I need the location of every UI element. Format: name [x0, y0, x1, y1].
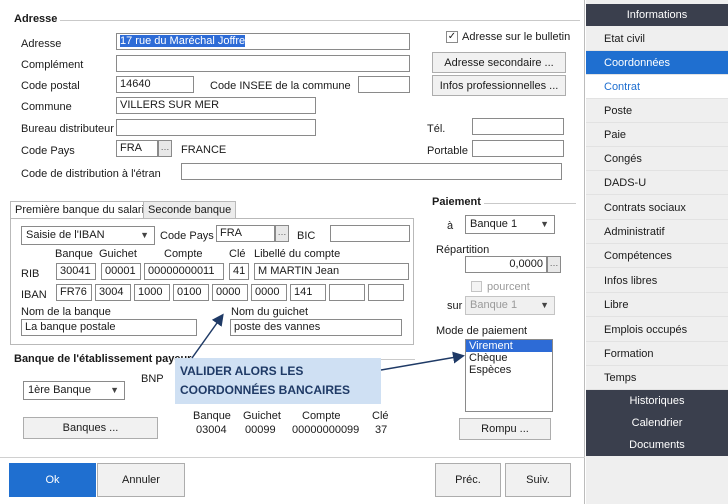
payment-divider — [484, 203, 576, 204]
mode-option-virement[interactable]: Virement — [466, 340, 552, 352]
repartition-spin-button[interactable]: … — [547, 256, 561, 273]
footer-divider — [0, 457, 585, 458]
rompu-button[interactable]: Rompu ... — [459, 418, 551, 440]
payment-bank-select[interactable]: Banque 1 ▼ — [465, 215, 555, 234]
precedent-button[interactable]: Préc. — [435, 463, 501, 497]
sidebar-item-documents[interactable]: Documents — [586, 434, 728, 456]
sidebar-item-conges[interactable]: Congés — [586, 147, 728, 171]
sidebar-item-etat-civil[interactable]: Etat civil — [586, 27, 728, 51]
sidebar-item-contrat[interactable]: Contrat — [586, 75, 728, 99]
mode-paiement-label: Mode de paiement — [436, 325, 528, 337]
arrow-to-bank-fields — [191, 313, 224, 359]
sidebar-item-competences[interactable]: Compétences — [586, 244, 728, 268]
sidebar-item-administratif[interactable]: Administratif — [586, 220, 728, 244]
payment-title: Paiement — [432, 196, 481, 208]
sidebar-item-emplois-occupes[interactable]: Emplois occupés — [586, 318, 728, 342]
sur-select[interactable]: Banque 1 ▼ — [465, 296, 555, 315]
arrow-to-payment-mode — [380, 351, 465, 371]
sur-label: sur — [447, 300, 463, 312]
repartition-input[interactable]: 0,0000 — [465, 256, 547, 273]
annuler-button[interactable]: Annuler — [97, 463, 185, 497]
ok-button[interactable]: Ok — [9, 463, 96, 497]
sidebar-item-libre[interactable]: Libre — [586, 293, 728, 317]
sidebar-item-dads-u[interactable]: DADS-U — [586, 171, 728, 195]
pourcent-checkbox[interactable] — [471, 281, 482, 292]
mode-paiement-listbox[interactable]: Virement Chèque Espèces — [465, 339, 553, 412]
sidebar-item-temps[interactable]: Temps — [586, 366, 728, 390]
sidebar-item-contrats-sociaux[interactable]: Contrats sociaux — [586, 196, 728, 220]
sidebar-item-infos-libres[interactable]: Infos libres — [586, 269, 728, 293]
sidebar: Informations Etat civil Coordonnées Cont… — [586, 0, 728, 504]
main-panel: Adresse Adresse 17 rue du Maréchal Joffr… — [0, 0, 585, 504]
sidebar-header-informations[interactable]: Informations — [586, 4, 728, 26]
sidebar-item-calendrier[interactable]: Calendrier — [586, 412, 728, 434]
pourcent-label: pourcent — [487, 281, 530, 293]
mode-option-cheque[interactable]: Chèque — [466, 352, 552, 364]
repartition-label: Répartition — [436, 244, 490, 256]
sidebar-item-poste[interactable]: Poste — [586, 99, 728, 123]
sidebar-item-coordonnees[interactable]: Coordonnées — [586, 51, 728, 75]
sidebar-item-historiques[interactable]: Historiques — [586, 390, 728, 412]
payment-a-label: à — [447, 220, 454, 232]
suivant-button[interactable]: Suiv. — [505, 463, 571, 497]
sidebar-item-paie[interactable]: Paie — [586, 123, 728, 147]
sidebar-item-formation[interactable]: Formation — [586, 342, 728, 366]
mode-option-especes[interactable]: Espèces — [466, 364, 552, 376]
